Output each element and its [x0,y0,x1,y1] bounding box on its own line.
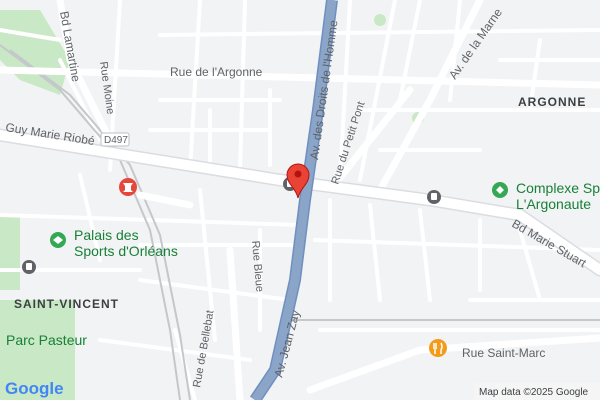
svg-text:L'Argonaute: L'Argonaute [516,196,591,212]
svg-text:D497: D497 [104,135,128,146]
area-label-argonne: ARGONNE [518,95,586,109]
poi-parc-pasteur[interactable]: Parc Pasteur [6,332,87,348]
monument-icon[interactable] [119,178,137,196]
map-canvas[interactable]: Bd Lamartine Rue Moine Rue de l'Argonne … [0,0,600,400]
bus-icon[interactable] [427,190,441,204]
bus-icon[interactable] [22,260,36,274]
google-logo: Google [5,379,64,398]
restaurant-icon[interactable] [429,339,447,357]
route-shield-d497: D497 [100,132,130,147]
svg-text:Palais des: Palais des [74,227,139,243]
street-label-rue-argonne: Rue de l'Argonne [170,65,263,79]
map-attribution[interactable]: Map data ©2025 Google [479,387,589,398]
svg-text:Sports d'Orléans: Sports d'Orléans [74,243,178,259]
svg-text:Complexe Sp: Complexe Sp [516,180,600,196]
street-label-rue-saint-marc: Rue Saint-Marc [462,346,545,360]
area-label-saint-vincent: SAINT-VINCENT [14,297,119,311]
